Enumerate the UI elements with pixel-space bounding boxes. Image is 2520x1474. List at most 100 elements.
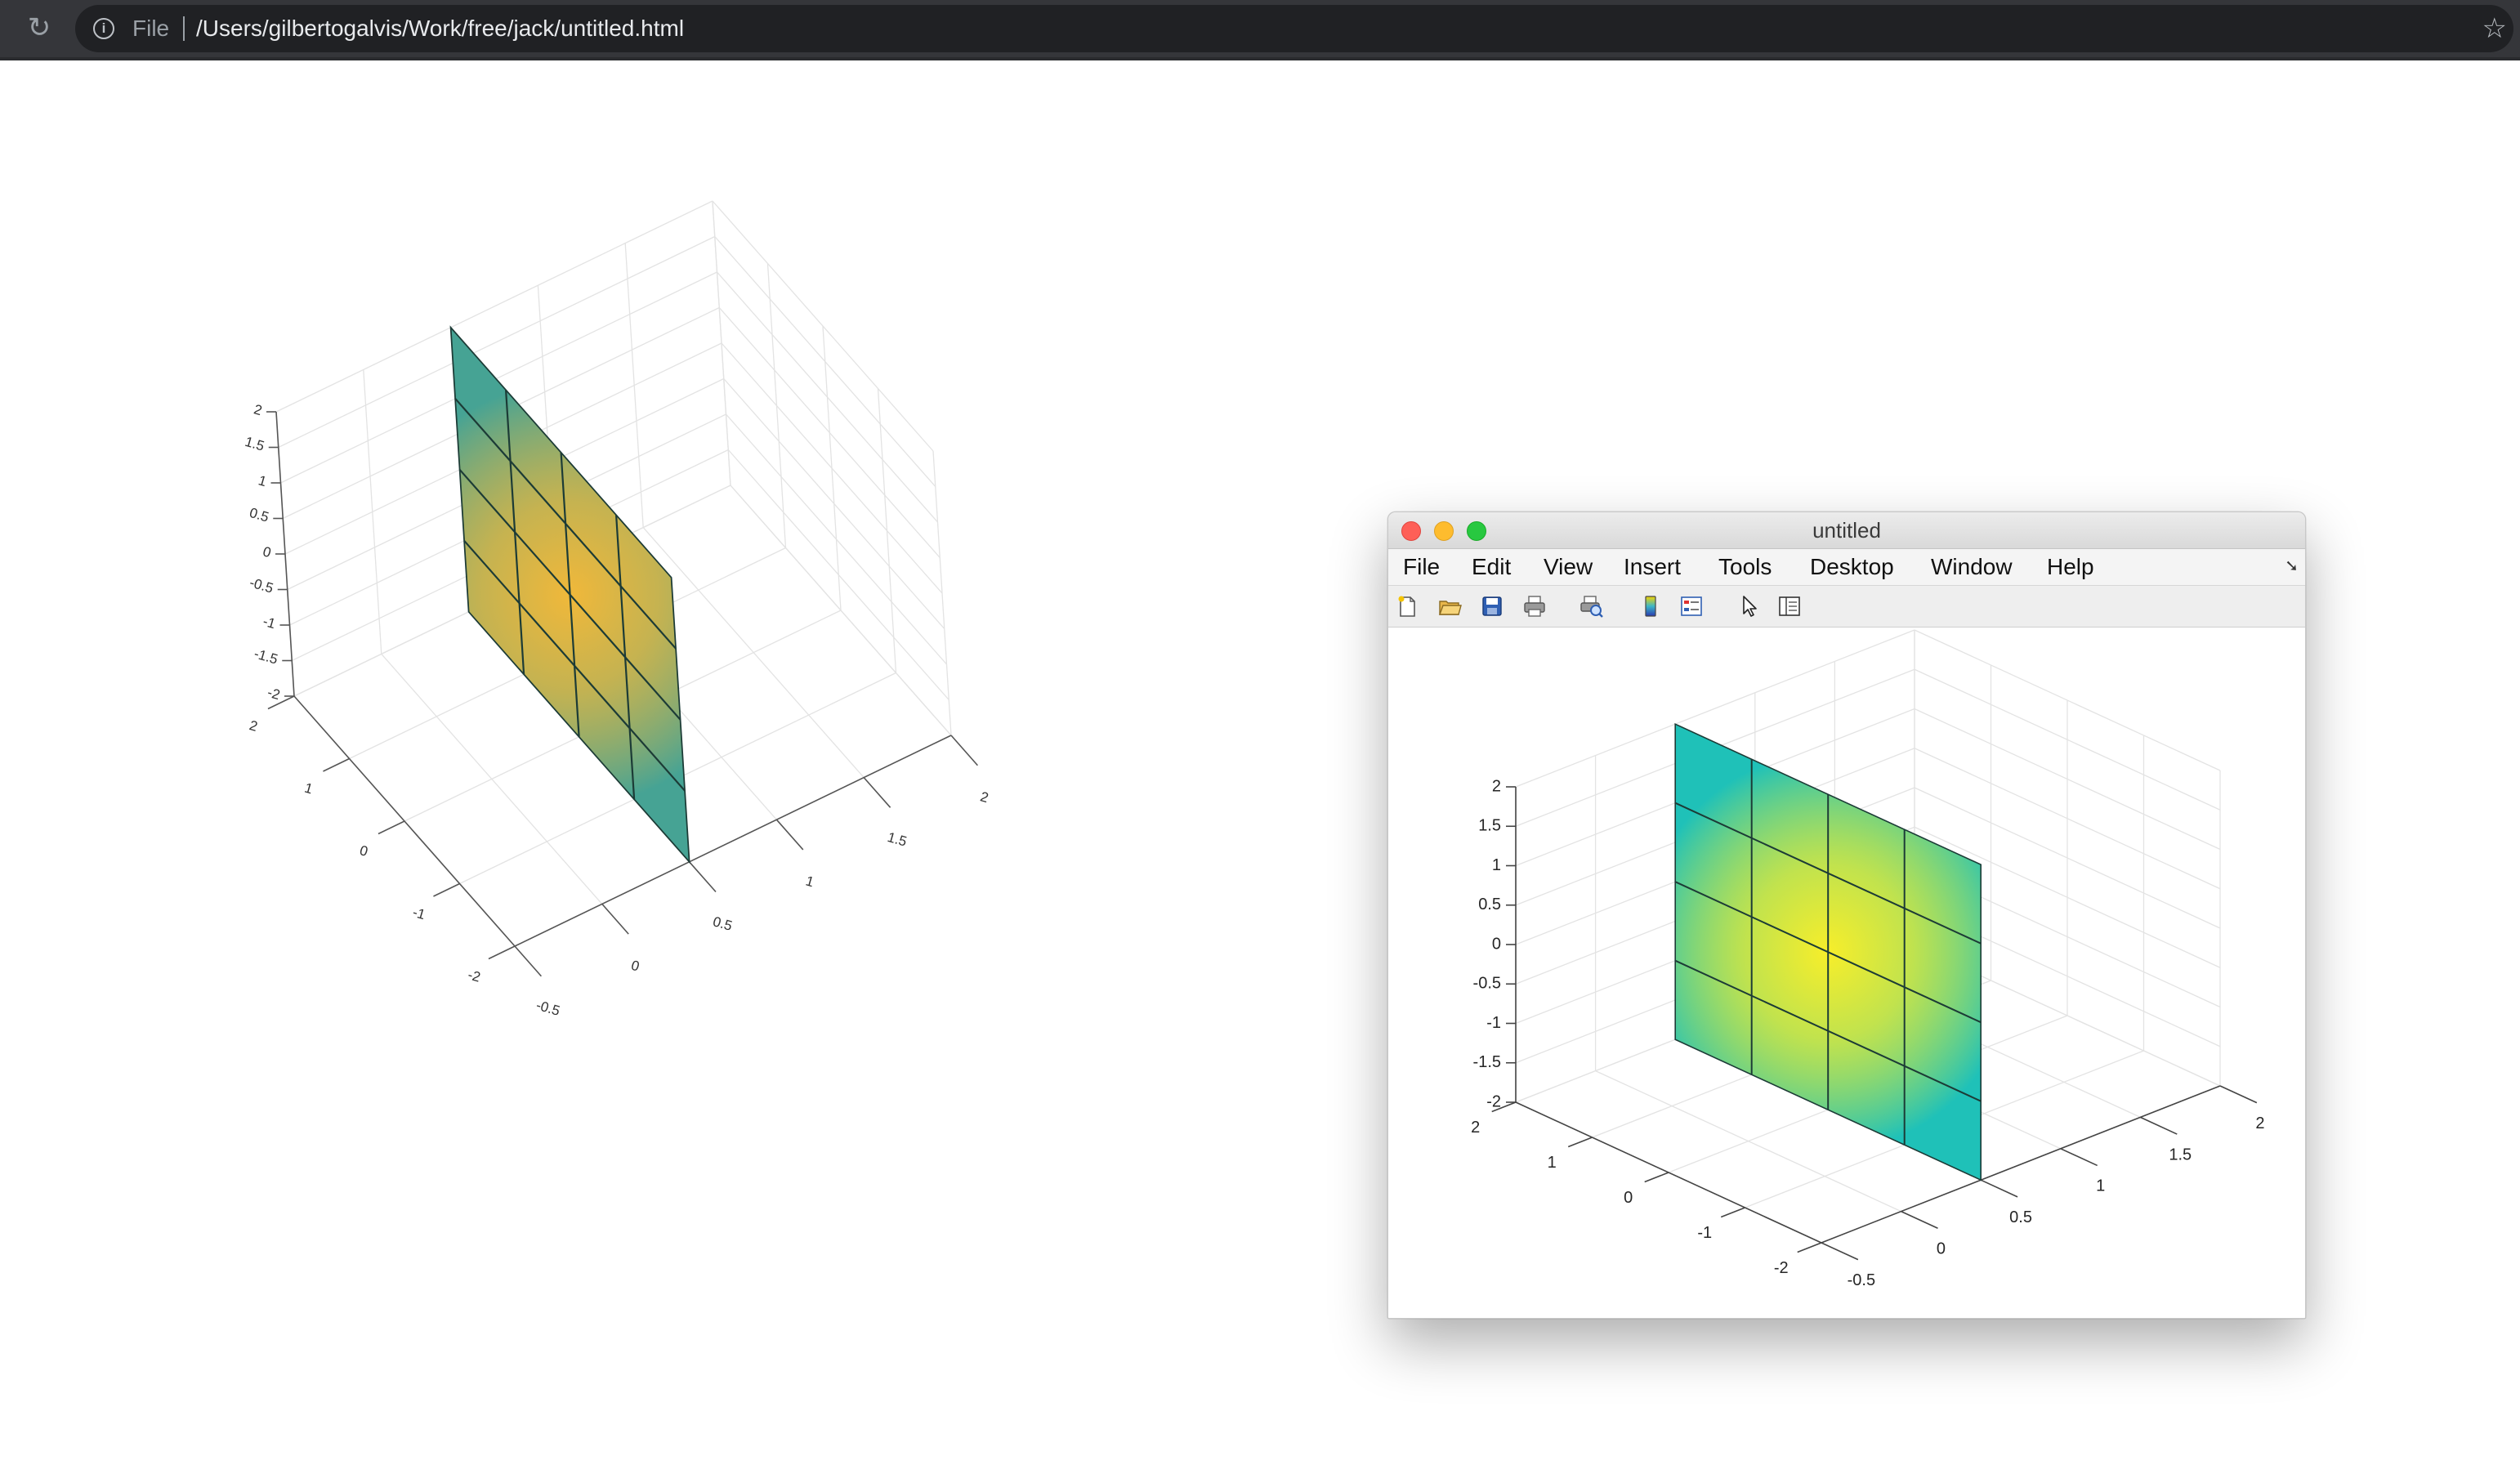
grid-line (717, 271, 938, 523)
print-icon[interactable] (1522, 594, 1547, 619)
grid-line (730, 485, 952, 736)
menu-edit[interactable]: Edit (1472, 549, 1511, 585)
x-axis-tick-label: 0 (1937, 1240, 1946, 1258)
y-axis-tick-label: 2 (248, 717, 259, 735)
x-axis-tick-label: 1 (2096, 1177, 2105, 1195)
window-titlebar[interactable]: untitled (1388, 512, 2305, 549)
x-axis-tick-label: -0.5 (534, 998, 561, 1019)
y-axis-tick (1797, 1242, 1822, 1253)
surface-plot-browser[interactable]: -0.5 0 0.5 1 1.5 2 -2 -1 0 1 2 -2 -1.5 -1 -0.5 0 0.5 1 1.5… (0, 60, 1144, 1041)
pointer-icon[interactable] (1736, 594, 1761, 619)
grid-line (714, 236, 936, 487)
x-axis-tick-label: 0.5 (711, 913, 734, 934)
grid-line (723, 378, 945, 629)
y-axis-tick-label: -1 (411, 904, 427, 922)
grid-line (712, 200, 934, 452)
z-axis-tick-label: 1.5 (244, 434, 266, 454)
x-axis-tick-label: 0 (629, 958, 641, 975)
figure-window: untitled File Edit View Insert Tools Des… (1387, 511, 2306, 1319)
grid-line (726, 413, 947, 665)
z-axis-tick-label: -1 (261, 614, 278, 632)
close-button[interactable] (1401, 521, 1421, 541)
menu-view[interactable]: View (1544, 549, 1593, 585)
x-axis-tick (2219, 1085, 2258, 1104)
x-axis-tick (1821, 1242, 1859, 1261)
x-axis-tick-label: -0.5 (1848, 1271, 1875, 1289)
open-file-icon[interactable] (1437, 594, 1462, 619)
window-title: untitled (1812, 518, 1881, 543)
menu-help[interactable]: Help (2047, 549, 2094, 585)
x-axis-tick (514, 945, 542, 977)
y-axis-tick-label: 2 (1471, 1119, 1480, 1137)
legend-icon[interactable] (1679, 594, 1704, 619)
y-axis-tick-label: -1 (1697, 1224, 1712, 1242)
maximize-button[interactable] (1467, 521, 1486, 541)
menu-window[interactable]: Window (1931, 549, 2013, 585)
x-axis-tick (1901, 1210, 1938, 1229)
y-axis-tick-label: -2 (1774, 1259, 1789, 1277)
save-icon[interactable] (1480, 594, 1504, 619)
x-axis-tick (1980, 1179, 2018, 1198)
property-editor-icon[interactable] (1777, 594, 1802, 619)
z-axis-tick-label: -1 (1486, 1014, 1501, 1032)
browser-toolbar: ↻ i File /Users/gilbertogalvis/Work/free… (0, 0, 2520, 60)
x-axis-tick-label: 2 (979, 788, 990, 806)
menu-tools[interactable]: Tools (1718, 549, 1772, 585)
y-axis-tick (323, 757, 350, 772)
z-axis-tick-label: -0.5 (1473, 975, 1501, 993)
menu-insert[interactable]: Insert (1624, 549, 1681, 585)
grid-line (718, 307, 941, 558)
x-axis-tick-label: 1.5 (2169, 1146, 2192, 1164)
z-axis-tick-label: 0 (261, 543, 273, 561)
z-axis-tick-label: 0.5 (1478, 896, 1501, 913)
y-axis-tick (1567, 1137, 1593, 1148)
z-axis-tick-label: -1.5 (1473, 1053, 1501, 1071)
z-axis-tick-label: 1 (257, 472, 268, 489)
z-axis-tick-label: -2 (266, 685, 282, 703)
x-axis-tick-label: 2 (2255, 1114, 2264, 1132)
z-axis-tick-label: 1.5 (1478, 817, 1501, 835)
dock-arrow-icon[interactable]: ➘ (2285, 556, 2299, 576)
url-text[interactable]: /Users/gilbertogalvis/Work/free/jack/unt… (196, 5, 684, 52)
z-axis-tick-label: 0 (1492, 935, 1501, 953)
menu-bar: File Edit View Insert Tools Desktop Wind… (1388, 549, 2305, 586)
x-axis-line (514, 735, 952, 947)
x-axis-tick-label: 1 (804, 873, 815, 891)
colorbar-icon[interactable] (1638, 594, 1663, 619)
x-axis-tick (863, 777, 891, 808)
star-icon[interactable]: ☆ (2482, 5, 2507, 52)
info-icon[interactable]: i (93, 18, 114, 39)
figure-toolbar (1388, 586, 2305, 628)
surface-plot-figure[interactable]: -0.5 0 0.5 1 1.5 2 -2 -1 0 1 2 -2 -1.5 -1 -0.5 0 0.5 1 1.5… (1388, 628, 2305, 1318)
y-axis-tick (1644, 1172, 1669, 1183)
z-axis-tick-label: 1 (1492, 856, 1501, 874)
y-axis-tick-label: 0 (1624, 1189, 1633, 1207)
grid-line (721, 342, 943, 594)
print-preview-icon[interactable] (1579, 594, 1604, 619)
minimize-button[interactable] (1434, 521, 1454, 541)
x-axis-tick (2140, 1116, 2178, 1135)
z-axis-tick-label: 2 (1492, 777, 1501, 795)
z-axis-tick-label: -1.5 (252, 645, 279, 667)
y-axis-tick-label: 1 (303, 780, 315, 797)
y-axis-tick-label: 0 (358, 842, 369, 860)
x-axis-tick (601, 903, 629, 935)
z-axis-tick-label: 2 (252, 401, 264, 418)
y-axis-tick-label: -2 (466, 967, 482, 985)
address-bar[interactable]: i File /Users/gilbertogalvis/Work/free/j… (75, 5, 2513, 52)
grid-line (727, 449, 949, 700)
y-axis-tick (1720, 1207, 1745, 1218)
x-axis-tick (2060, 1148, 2098, 1167)
x-axis-tick (950, 735, 978, 766)
x-axis-tick-label: 0.5 (2009, 1208, 2032, 1226)
new-figure-icon[interactable] (1395, 594, 1419, 619)
reload-icon[interactable]: ↻ (23, 11, 56, 44)
figure-canvas[interactable]: -0.5 0 0.5 1 1.5 2 -2 -1 0 1 2 -2 -1.5 -1 -0.5 0 0.5 1 1.5… (1388, 628, 2305, 1318)
url-scheme: File (132, 16, 170, 41)
z-axis-tick-label: 0.5 (248, 505, 270, 525)
y-axis-tick (378, 820, 405, 835)
menu-desktop[interactable]: Desktop (1810, 549, 1894, 585)
x-axis-tick-label: 1.5 (886, 829, 909, 850)
x-axis-tick (689, 861, 717, 893)
menu-file[interactable]: File (1403, 549, 1440, 585)
